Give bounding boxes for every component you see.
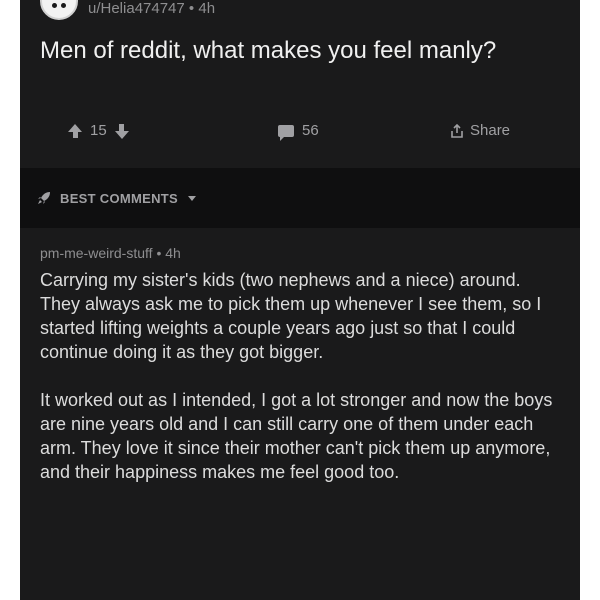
comment-bubble-icon <box>278 124 294 141</box>
vote-controls: 15 <box>68 122 129 139</box>
share-button[interactable]: Share <box>450 122 510 139</box>
meta-separator: • <box>188 0 195 17</box>
post-title[interactable]: Men of reddit, what makes you feel manly… <box>40 36 560 66</box>
upvote-arrow-icon[interactable] <box>68 123 82 138</box>
comment-age: 4h <box>165 245 181 261</box>
rocket-icon <box>38 192 50 204</box>
sort-dropdown[interactable]: BEST COMMENTS <box>36 190 197 206</box>
comment-meta: pm-me-weird-stuff • 4h <box>40 244 565 262</box>
share-icon <box>451 123 463 138</box>
comment-author[interactable]: pm-me-weird-stuff <box>40 245 153 261</box>
meta-separator: • <box>156 245 162 261</box>
comment-body: Carrying my sister's kids (two nephews a… <box>40 268 565 484</box>
downvote-arrow-icon[interactable] <box>114 123 129 139</box>
comments-button[interactable]: 56 <box>278 122 319 141</box>
comment-paragraph: Carrying my sister's kids (two nephews a… <box>40 270 542 362</box>
comment-sort-bar: BEST COMMENTS <box>20 168 580 228</box>
sort-label: BEST COMMENTS <box>60 190 179 206</box>
comment-count: 56 <box>302 122 319 139</box>
share-label: Share <box>470 122 511 139</box>
app-screen: u/Helia474747 • 4h Men of reddit, what m… <box>20 0 580 600</box>
comment: pm-me-weird-stuff • 4h Carrying my siste… <box>40 244 565 508</box>
post-age: 4h <box>198 0 216 17</box>
post-actions: 15 56 Share <box>20 122 580 146</box>
snoo-avatar-icon[interactable] <box>40 0 78 20</box>
post-meta: u/Helia474747 • 4h <box>88 0 215 18</box>
post-score: 15 <box>90 122 107 139</box>
chevron-down-icon <box>188 195 197 201</box>
post-card: u/Helia474747 • 4h Men of reddit, what m… <box>20 0 580 168</box>
post-author[interactable]: u/Helia474747 <box>88 0 185 17</box>
comment-paragraph: It worked out as I intended, I got a lot… <box>40 390 553 482</box>
